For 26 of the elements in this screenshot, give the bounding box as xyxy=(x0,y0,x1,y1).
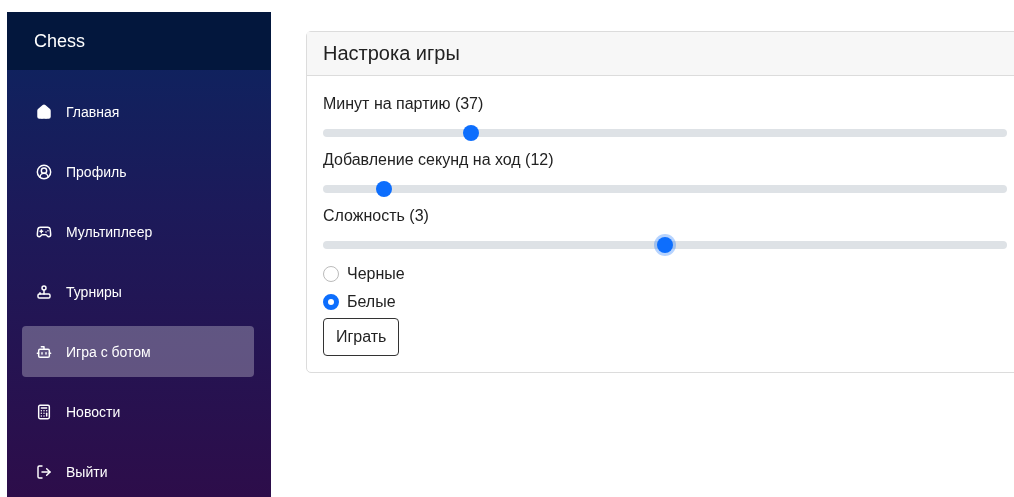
slider-thumb[interactable] xyxy=(376,181,393,197)
card-title: Настрока игры xyxy=(323,42,460,65)
nav-item[interactable]: Игра с ботом xyxy=(22,326,254,377)
app-title: Chess xyxy=(34,30,86,52)
radio-label: Черные xyxy=(347,265,405,283)
joystick-icon xyxy=(36,283,52,300)
slider-thumb[interactable] xyxy=(463,125,480,141)
nav-item[interactable]: Выйти xyxy=(22,446,254,497)
radio-button[interactable] xyxy=(323,266,339,282)
robot-icon xyxy=(36,343,52,360)
slider-label: Сложность (3) xyxy=(323,206,430,226)
slider-label: Добавление секунд на ход (12) xyxy=(323,150,555,170)
radio-label: Белые xyxy=(347,293,396,311)
radio-button[interactable] xyxy=(323,294,339,310)
play-button[interactable]: Играть xyxy=(323,318,400,356)
calculator-icon xyxy=(36,403,52,420)
nav-item[interactable]: Новости xyxy=(22,386,254,437)
slider-thumb[interactable] xyxy=(657,237,673,253)
slider-label: Минут на партию (37) xyxy=(323,94,485,114)
nav-item[interactable]: Турниры xyxy=(22,266,254,317)
home-icon xyxy=(36,103,52,120)
logout-icon xyxy=(36,463,52,480)
nav-item[interactable]: Главная xyxy=(22,86,254,137)
user-icon xyxy=(36,163,52,180)
nav-item[interactable]: Профиль xyxy=(22,146,254,197)
nav-item[interactable]: Мультиплеер xyxy=(22,206,254,257)
